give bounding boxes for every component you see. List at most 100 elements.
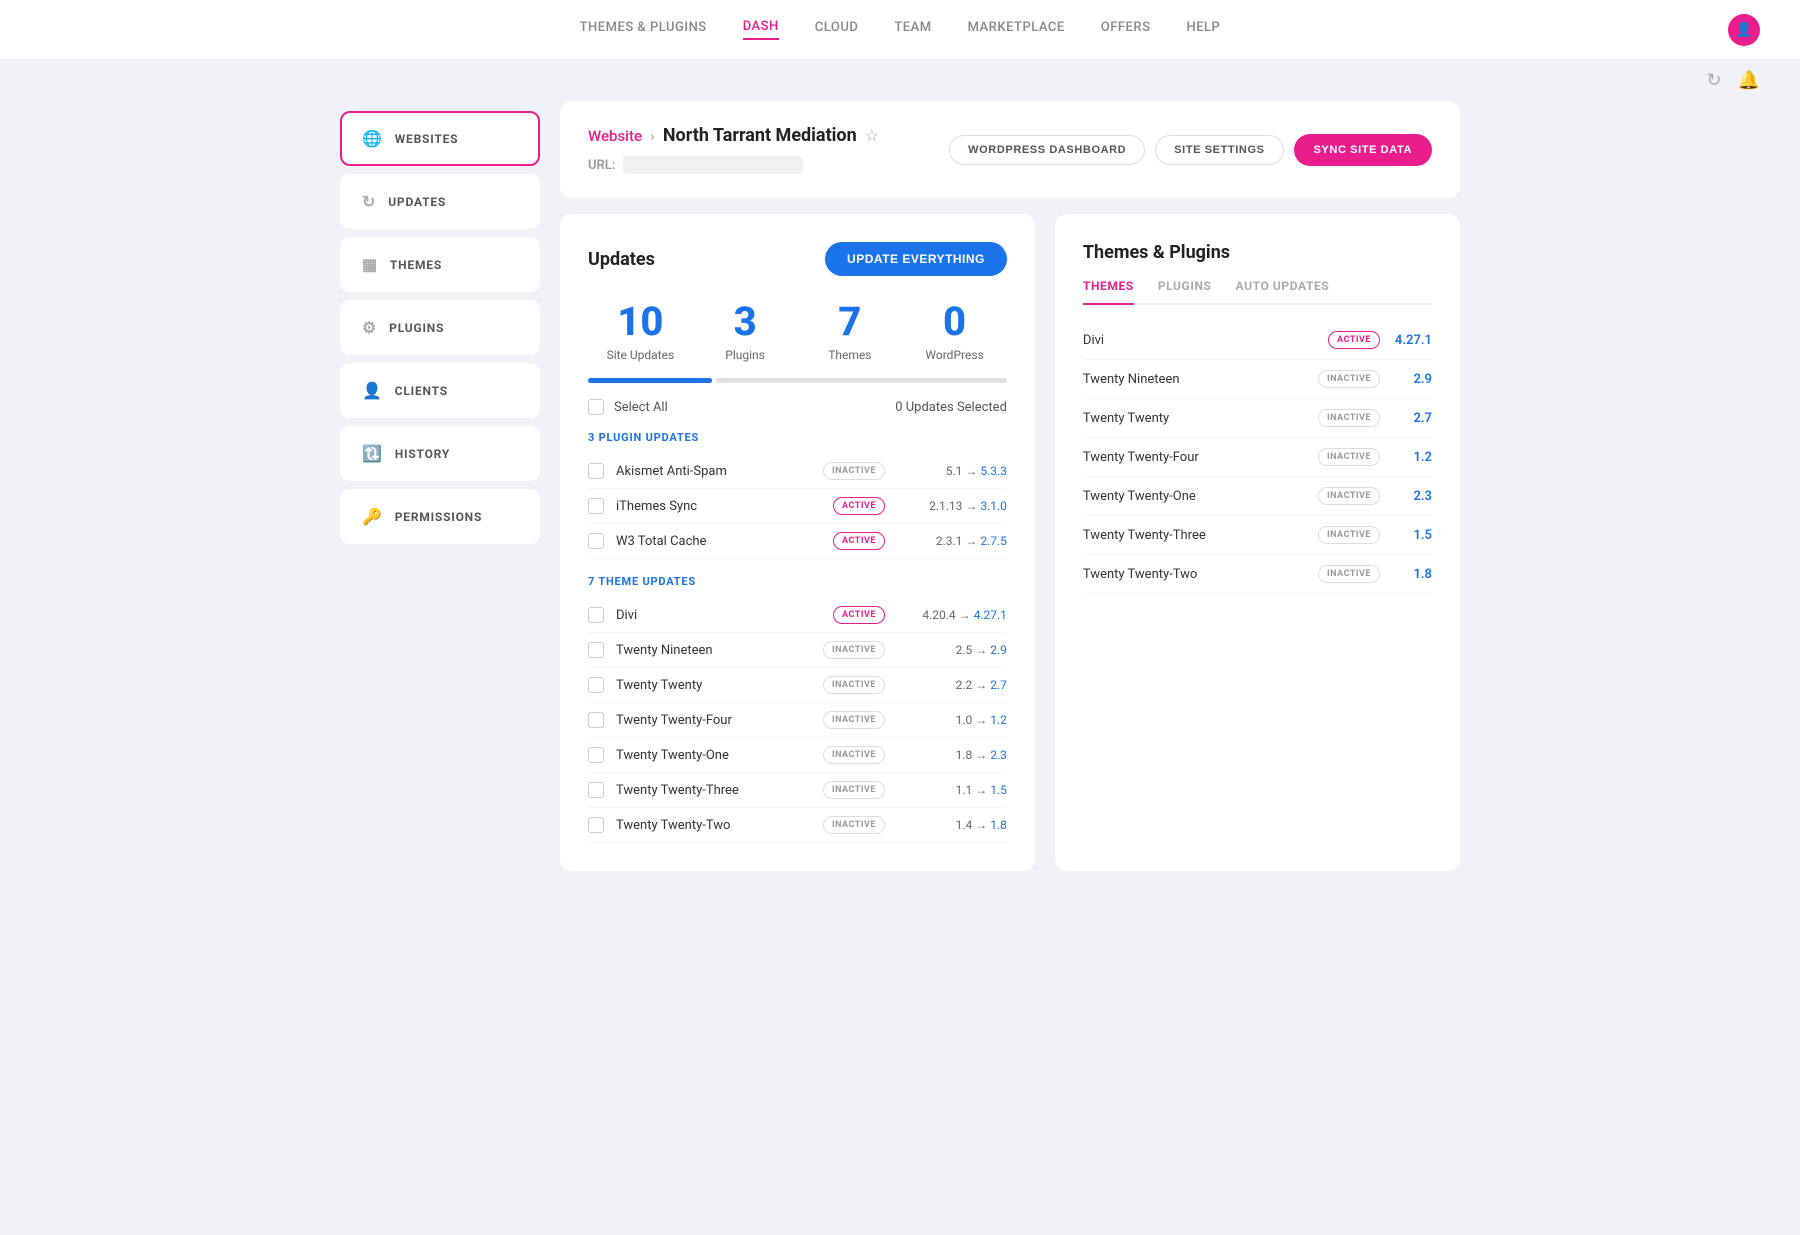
tp-t19-badge: INACTIVE	[1318, 370, 1380, 388]
theme-row-t20: Twenty Twenty INACTIVE 2.2 → 2.7	[588, 668, 1007, 703]
clients-icon: 👤	[362, 381, 383, 400]
tp-t21-badge: INACTIVE	[1318, 487, 1380, 505]
tp-t24-version: 1.2	[1392, 450, 1432, 465]
stats-row: 10 Site Updates 3 Plugins 7 Themes 0 Wor…	[588, 300, 1007, 362]
main-layout: 🌐 WEBSITES ↻ UPDATES ▦ THEMES ⚙ PLUGINS …	[300, 101, 1500, 911]
tp-divi-row: Divi ACTIVE 4.27.1	[1083, 321, 1432, 360]
site-url-row: URL:	[588, 156, 879, 174]
nav-dash[interactable]: DASH	[743, 19, 779, 40]
sidebar-item-updates[interactable]: ↻ UPDATES	[340, 174, 540, 229]
plugin-row-akismet: Akismet Anti-Spam INACTIVE 5.1 → 5.3.3	[588, 454, 1007, 489]
stat-plugins: 3 Plugins	[693, 300, 798, 362]
theme-section-header: 7 THEME UPDATES	[588, 575, 1007, 588]
sidebar-item-clients[interactable]: 👤 CLIENTS	[340, 363, 540, 418]
breadcrumb: Website › North Tarrant Mediation ☆	[588, 125, 879, 146]
sidebar-item-themes[interactable]: ▦ THEMES	[340, 237, 540, 292]
tp-t22-version: 1.8	[1392, 567, 1432, 582]
updates-title: Updates	[588, 249, 655, 270]
nav-offers[interactable]: OFFERS	[1101, 20, 1151, 39]
favorite-star-icon[interactable]: ☆	[865, 126, 879, 145]
nav-cloud[interactable]: CLOUD	[815, 20, 859, 39]
t20-status-badge: INACTIVE	[823, 676, 885, 694]
utility-bar: ↻ 🔔	[0, 60, 1800, 101]
tab-auto-updates[interactable]: AUTO UPDATES	[1236, 279, 1330, 305]
content-area: Website › North Tarrant Mediation ☆ URL:…	[560, 101, 1460, 871]
divi-checkbox[interactable]	[588, 607, 604, 623]
refresh-icon[interactable]: ↻	[1706, 70, 1721, 91]
stat-num-site: 10	[588, 300, 693, 344]
t20-checkbox[interactable]	[588, 677, 604, 693]
sidebar-label-themes: THEMES	[390, 258, 442, 272]
t24-checkbox[interactable]	[588, 712, 604, 728]
plugin-row-w3: W3 Total Cache ACTIVE 2.3.1 → 2.7.5	[588, 524, 1007, 559]
t19-checkbox[interactable]	[588, 642, 604, 658]
sidebar-label-websites: WEBSITES	[395, 132, 459, 146]
sidebar-label-permissions: PERMISSIONS	[395, 510, 482, 524]
sidebar-label-updates: UPDATES	[388, 195, 446, 209]
breadcrumb-separator: ›	[650, 126, 655, 145]
t22-version: 1.4 → 1.8	[897, 818, 1007, 832]
sidebar-item-history[interactable]: 🔃 HISTORY	[340, 426, 540, 481]
tp-t23-name: Twenty Twenty-Three	[1083, 528, 1306, 543]
t24-name: Twenty Twenty-Four	[616, 713, 811, 728]
t21-checkbox[interactable]	[588, 747, 604, 763]
select-all-label[interactable]: Select All	[614, 400, 668, 415]
t23-version: 1.1 → 1.5	[897, 783, 1007, 797]
updates-icon: ↻	[362, 192, 376, 211]
tp-t22-row: Twenty Twenty-Two INACTIVE 1.8	[1083, 555, 1432, 594]
ithemes-checkbox[interactable]	[588, 498, 604, 514]
tp-t20-badge: INACTIVE	[1318, 409, 1380, 427]
t21-version: 1.8 → 2.3	[897, 748, 1007, 762]
tab-plugins[interactable]: PLUGINS	[1158, 279, 1212, 305]
tp-t19-name: Twenty Nineteen	[1083, 372, 1306, 387]
permissions-icon: 🔑	[362, 507, 383, 526]
t19-name: Twenty Nineteen	[616, 643, 811, 658]
t19-version: 2.5 → 2.9	[897, 643, 1007, 657]
tp-t23-version: 1.5	[1392, 528, 1432, 543]
bell-icon[interactable]: 🔔	[1738, 70, 1760, 91]
t21-name: Twenty Twenty-One	[616, 748, 811, 763]
tp-t22-badge: INACTIVE	[1318, 565, 1380, 583]
breadcrumb-website[interactable]: Website	[588, 127, 642, 145]
tp-t20-version: 2.7	[1392, 411, 1432, 426]
sidebar-item-plugins[interactable]: ⚙ PLUGINS	[340, 300, 540, 355]
tp-t21-name: Twenty Twenty-One	[1083, 489, 1306, 504]
site-actions: WORDPRESS DASHBOARD SITE SETTINGS SYNC S…	[949, 134, 1432, 166]
sync-site-data-button[interactable]: SYNC SITE DATA	[1294, 134, 1432, 166]
plugins-icon: ⚙	[362, 318, 377, 337]
ithemes-version: 2.1.13 → 3.1.0	[897, 499, 1007, 513]
tab-themes[interactable]: THEMES	[1083, 279, 1134, 305]
akismet-checkbox[interactable]	[588, 463, 604, 479]
sidebar-item-websites[interactable]: 🌐 WEBSITES	[340, 111, 540, 166]
t19-status-badge: INACTIVE	[823, 641, 885, 659]
nav-themes-plugins[interactable]: THEMES & PLUGINS	[580, 20, 707, 39]
t23-name: Twenty Twenty-Three	[616, 783, 811, 798]
progress-light	[716, 378, 1006, 383]
w3-status-badge: ACTIVE	[833, 532, 885, 550]
tp-t24-row: Twenty Twenty-Four INACTIVE 1.2	[1083, 438, 1432, 477]
w3-checkbox[interactable]	[588, 533, 604, 549]
update-everything-button[interactable]: UPDATE EVERYTHING	[825, 242, 1007, 276]
nav-team[interactable]: TEAM	[894, 20, 931, 39]
akismet-version: 5.1 → 5.3.3	[897, 464, 1007, 478]
nav-marketplace[interactable]: MARKETPLACE	[968, 20, 1065, 39]
select-all-checkbox[interactable]	[588, 399, 604, 415]
user-avatar[interactable]: 👤	[1728, 14, 1760, 46]
site-settings-button[interactable]: SITE SETTINGS	[1155, 135, 1283, 165]
ithemes-status-badge: ACTIVE	[833, 497, 885, 515]
wordpress-dashboard-button[interactable]: WORDPRESS DASHBOARD	[949, 135, 1145, 165]
theme-row-t23: Twenty Twenty-Three INACTIVE 1.1 → 1.5	[588, 773, 1007, 808]
tp-t20-name: Twenty Twenty	[1083, 411, 1306, 426]
theme-row-divi: Divi ACTIVE 4.20.4 → 4.27.1	[588, 598, 1007, 633]
tp-divi-version: 4.27.1	[1392, 333, 1432, 348]
themes-tabs-row: THEMES PLUGINS AUTO UPDATES	[1083, 279, 1432, 305]
t23-checkbox[interactable]	[588, 782, 604, 798]
progress-blue	[588, 378, 712, 383]
t22-checkbox[interactable]	[588, 817, 604, 833]
themes-plugins-panel: Themes & Plugins THEMES PLUGINS AUTO UPD…	[1055, 214, 1460, 871]
tp-t21-version: 2.3	[1392, 489, 1432, 504]
nav-help[interactable]: HELP	[1186, 20, 1220, 39]
t21-status-badge: INACTIVE	[823, 746, 885, 764]
url-value	[623, 156, 803, 174]
sidebar-item-permissions[interactable]: 🔑 PERMISSIONS	[340, 489, 540, 544]
